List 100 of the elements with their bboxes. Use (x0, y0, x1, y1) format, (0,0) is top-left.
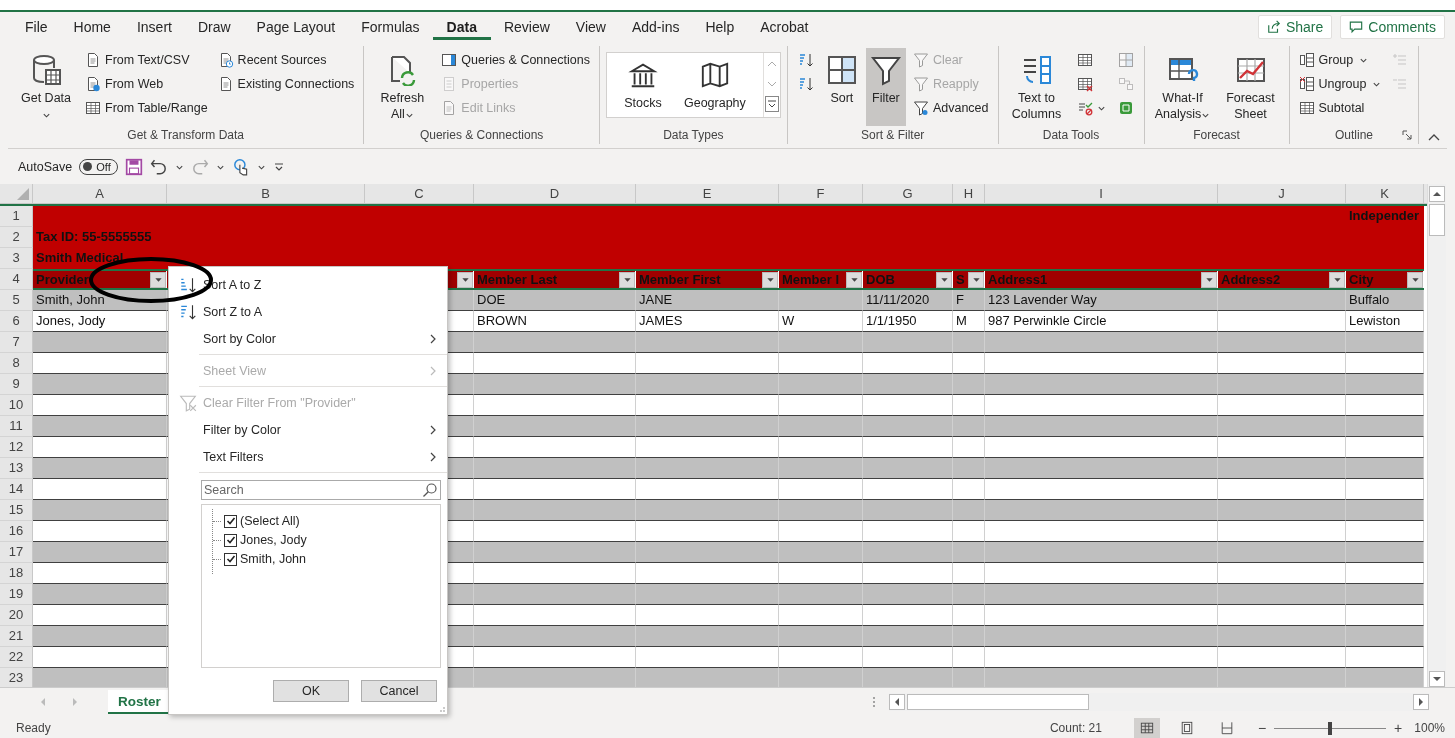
row-header[interactable]: 10 (0, 395, 33, 416)
row-header[interactable]: 3 (0, 248, 33, 269)
checkbox-label[interactable]: Jones, Jody (240, 533, 307, 547)
row-header[interactable]: 22 (0, 647, 33, 668)
column-header[interactable]: B (167, 184, 365, 203)
ribbon-tab[interactable]: Formulas (348, 14, 433, 40)
vertical-scrollbar[interactable] (1427, 184, 1446, 687)
ribbon-tab[interactable]: Insert (123, 14, 185, 40)
column-header[interactable]: G (863, 184, 953, 203)
row-header[interactable]: 6 (0, 311, 33, 332)
ribbon-tab[interactable]: Page Layout (243, 14, 349, 40)
zoom-out-button[interactable]: − (1253, 720, 1271, 736)
ribbon-button[interactable]: From Text/CSV (82, 48, 211, 72)
scrollbar-thumb[interactable] (906, 694, 1089, 710)
ribbon-tab[interactable]: Review (490, 14, 563, 40)
column-header[interactable]: J (1218, 184, 1346, 203)
zoom-level[interactable]: 100% (1406, 721, 1455, 735)
row-header[interactable]: 2 (0, 227, 33, 248)
row-header[interactable]: 21 (0, 626, 33, 647)
ribbon-button[interactable]: Existing Connections (214, 72, 358, 96)
column-header[interactable]: C (365, 184, 474, 203)
ribbon-button[interactable]: Advanced (909, 96, 992, 120)
checkbox-label[interactable]: (Select All) (240, 514, 300, 528)
menu-item[interactable]: Sort Z to A (169, 298, 447, 325)
row-header[interactable]: 23 (0, 668, 33, 687)
dialog-button[interactable]: Cancel (361, 680, 437, 702)
ribbon-tab[interactable]: Home (60, 14, 124, 40)
filter-button[interactable] (1329, 271, 1345, 288)
column-header[interactable]: F (779, 184, 863, 203)
sheet-tab[interactable]: Roster (108, 690, 171, 714)
row-header[interactable]: 7 (0, 332, 33, 353)
ribbon-tab[interactable]: Help (692, 14, 748, 40)
ribbon-button[interactable]: Filter (865, 48, 906, 126)
collapse-ribbon-icon[interactable] (1427, 132, 1441, 142)
ribbon-button[interactable]: What-If Analysis (1150, 48, 1215, 126)
row-header[interactable]: 16 (0, 521, 33, 542)
ribbon-tab[interactable]: Data (432, 14, 491, 40)
row-header[interactable]: 11 (0, 416, 33, 437)
ribbon-button[interactable]: Subtotal (1295, 96, 1385, 120)
filter-button[interactable] (968, 271, 984, 288)
ribbon-button[interactable]: From Table/Range (82, 96, 211, 120)
column-header[interactable]: I (985, 184, 1218, 203)
dialog-launcher-icon[interactable] (1402, 130, 1413, 140)
share-button[interactable]: Share (1257, 15, 1333, 39)
slider-thumb[interactable] (1328, 721, 1333, 735)
customize-icon[interactable] (272, 160, 285, 173)
menu-item[interactable]: Text Filters (169, 443, 447, 470)
ribbon-button[interactable]: Text to Columns (1004, 48, 1069, 126)
row-header[interactable]: 5 (0, 290, 33, 311)
menu-item[interactable]: Filter by Color (169, 416, 447, 443)
ribbon-button[interactable]: Forecast Sheet (1218, 48, 1283, 126)
row-header[interactable]: 20 (0, 605, 33, 626)
search-field[interactable]: Search (201, 480, 441, 500)
ribbon-tab[interactable]: File (12, 14, 61, 40)
ribbon-button[interactable]: Sort (821, 48, 862, 126)
ribbon-button[interactable]: Refresh All (370, 48, 435, 126)
column-header[interactable]: A (33, 184, 167, 203)
view-button[interactable] (1133, 718, 1160, 738)
dialog-button[interactable]: OK (273, 680, 349, 702)
checkbox-label[interactable]: Smith, John (240, 552, 306, 566)
more-icon[interactable] (764, 94, 779, 114)
row-header[interactable]: 4 (0, 269, 33, 290)
filter-button[interactable] (457, 271, 473, 288)
checkbox[interactable] (224, 552, 237, 566)
resize-grip-icon[interactable] (437, 704, 445, 712)
ribbon-tab[interactable]: View (562, 14, 619, 40)
row-header[interactable]: 12 (0, 437, 33, 458)
ribbon-tab[interactable]: Add-ins (618, 14, 693, 40)
column-header[interactable]: H (953, 184, 985, 203)
row-header[interactable]: 13 (0, 458, 33, 479)
filter-button[interactable] (1407, 271, 1423, 288)
menu-item[interactable]: Sort by Color (169, 325, 447, 352)
checkbox[interactable] (224, 514, 237, 528)
ribbon-button[interactable]: Queries & Connections (438, 48, 593, 72)
ribbon-button[interactable]: From Web (82, 72, 211, 96)
row-header[interactable]: 15 (0, 500, 33, 521)
ribbon-button[interactable]: Stocks (606, 53, 679, 117)
undo-icon[interactable] (149, 157, 168, 176)
filter-button[interactable] (936, 271, 952, 288)
zoom-in-button[interactable]: + (1390, 720, 1407, 736)
row-header[interactable]: 19 (0, 584, 33, 605)
ribbon-button[interactable]: Recent Sources (214, 48, 358, 72)
touch-icon[interactable] (231, 157, 250, 176)
column-header[interactable]: D (474, 184, 636, 203)
column-header[interactable]: E (636, 184, 779, 203)
row-header[interactable]: 9 (0, 374, 33, 395)
scrollbar-thumb[interactable] (1429, 204, 1445, 236)
filter-button[interactable] (1201, 271, 1217, 288)
column-header[interactable]: K (1346, 184, 1424, 203)
ribbon-tab[interactable]: Acrobat (747, 14, 822, 40)
checkbox[interactable] (224, 533, 237, 547)
ribbon-tab[interactable]: Draw (184, 14, 244, 40)
save-icon[interactable] (124, 157, 143, 176)
filter-button[interactable] (619, 271, 635, 288)
ribbon-button[interactable]: Geography (678, 53, 751, 117)
row-header[interactable]: 14 (0, 479, 33, 500)
split-handle-icon[interactable] (870, 695, 877, 709)
row-header[interactable]: 1 (0, 206, 33, 227)
row-header[interactable]: 18 (0, 563, 33, 584)
filter-button[interactable] (846, 271, 862, 288)
